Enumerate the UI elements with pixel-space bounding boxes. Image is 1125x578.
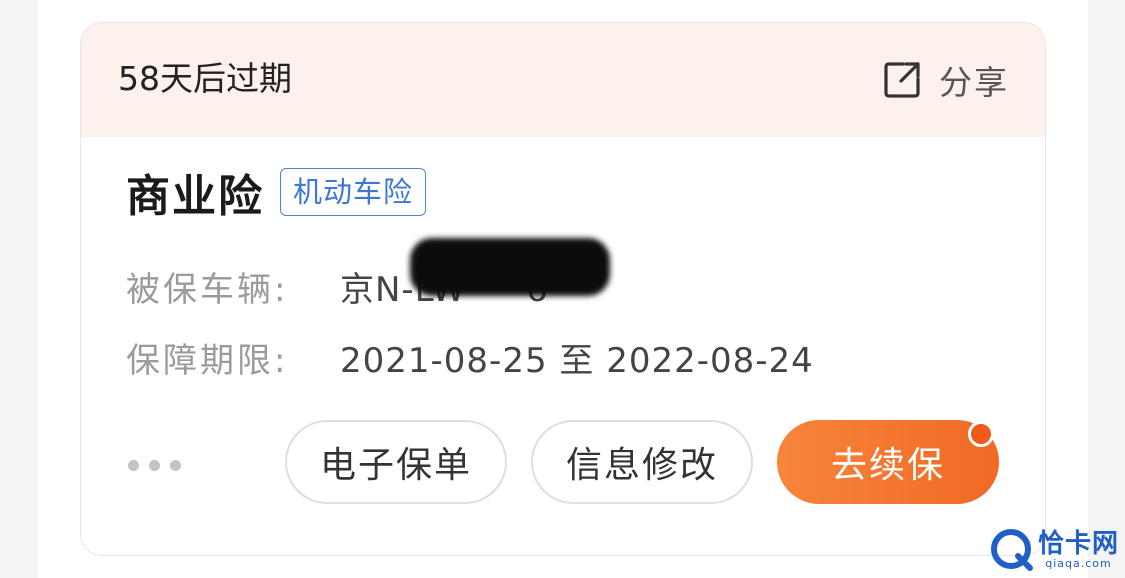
- vehicle-label: 被保车辆:: [126, 270, 289, 310]
- notification-badge: [968, 421, 994, 447]
- edit-info-button[interactable]: 信息修改: [531, 420, 753, 504]
- share-label: 分享: [939, 63, 1009, 102]
- share-external-icon: [881, 59, 923, 101]
- expiry-text: 58天后过期: [118, 59, 292, 98]
- share-button[interactable]: 分享: [881, 58, 1009, 102]
- page: 58天后过期 分享 商业险 机动车险 被保车辆: 京N-LW6 保障期限:: [0, 0, 1125, 578]
- policy-title-row: 商业险 机动车险: [126, 160, 427, 224]
- policy-title: 商业险: [126, 171, 264, 222]
- policy-type-tag: 机动车险: [280, 168, 427, 216]
- period-row: 保障期限: 2021-08-25 至 2022-08-24: [126, 333, 814, 382]
- renew-button[interactable]: 去续保: [777, 420, 999, 504]
- period-label: 保障期限:: [126, 341, 289, 381]
- watermark: 恰卡网 qiaqa.com: [990, 528, 1119, 572]
- watermark-name: 恰卡网: [1037, 529, 1119, 559]
- e-policy-button[interactable]: 电子保单: [285, 420, 507, 504]
- watermark-url: qiaqa.com: [1045, 557, 1112, 570]
- more-dots-icon[interactable]: [128, 460, 191, 471]
- watermark-logo-icon: [990, 528, 1034, 572]
- period-value: 2021-08-25 至 2022-08-24: [340, 341, 814, 381]
- redaction-mark: [410, 238, 610, 296]
- card-header: 58天后过期 分享: [81, 23, 1045, 137]
